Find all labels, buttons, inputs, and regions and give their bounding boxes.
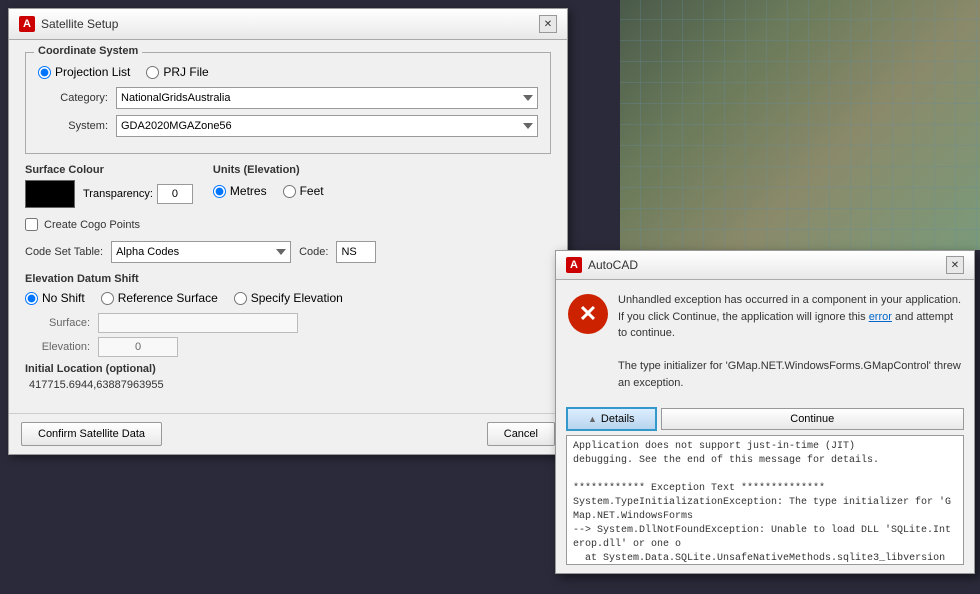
error-message-part3: The type initializer for 'GMap.NET.Windo… — [618, 360, 961, 389]
units-radio-row: Metres Feet — [213, 184, 324, 198]
cancel-button[interactable]: Cancel — [487, 422, 555, 446]
category-select[interactable]: NationalGridsAustralia — [116, 87, 538, 109]
elevation-field-row: Elevation: — [25, 337, 551, 357]
surface-section: Surface Colour Transparency: — [25, 164, 193, 208]
color-row: Transparency: — [25, 180, 193, 208]
error-icon: ✕ — [568, 294, 608, 334]
autocad-details-row: ▲ Details Continue — [556, 403, 974, 435]
coordinate-system-label: Coordinate System — [34, 45, 142, 57]
code-set-label: Code Set Table: — [25, 246, 103, 258]
details-button[interactable]: ▲ Details — [566, 407, 657, 431]
transparency-input[interactable] — [157, 184, 193, 204]
details-label: Details — [601, 413, 635, 425]
initial-location-section: Initial Location (optional) 417715.6944,… — [25, 363, 551, 391]
autocad-app-icon: A — [566, 257, 582, 273]
system-label: System: — [38, 120, 108, 132]
satellite-title: Satellite Setup — [41, 17, 118, 31]
continue-button[interactable]: Continue — [661, 408, 964, 430]
coordinate-system-group: Coordinate System Projection List PRJ Fi… — [25, 52, 551, 154]
confirm-button[interactable]: Confirm Satellite Data — [21, 422, 162, 446]
satellite-footer: Confirm Satellite Data Cancel — [9, 413, 567, 454]
reference-surface-label: Reference Surface — [118, 291, 218, 305]
cogo-row: Create Cogo Points — [25, 218, 551, 231]
coordinate-radio-row: Projection List PRJ File — [38, 65, 538, 79]
title-left: A Satellite Setup — [19, 16, 118, 32]
system-row: System: GDA2020MGAZone56 — [38, 115, 538, 137]
radio-metres[interactable]: Metres — [213, 184, 267, 198]
surface-field-label: Surface: — [25, 317, 90, 329]
satellite-content: Coordinate System Projection List PRJ Fi… — [9, 40, 567, 413]
specify-elevation-label: Specify Elevation — [251, 291, 343, 305]
initial-location-label: Initial Location (optional) — [25, 363, 551, 375]
radio-projection-list[interactable]: Projection List — [38, 65, 130, 79]
satellite-dialog: A Satellite Setup ✕ Coordinate System Pr… — [8, 8, 568, 455]
app-icon: A — [19, 16, 35, 32]
surface-units-row: Surface Colour Transparency: Units (Elev… — [25, 164, 551, 208]
category-label: Category: — [38, 92, 108, 104]
transparency-row: Transparency: — [83, 184, 193, 204]
surface-colour-label: Surface Colour — [25, 164, 193, 176]
cogo-label: Create Cogo Points — [44, 219, 140, 231]
autocad-body: ✕ Unhandled exception has occurred in a … — [556, 280, 974, 403]
details-text-content: Application does not support just-in-tim… — [573, 440, 957, 565]
elevation-radios: No Shift Reference Surface Specify Eleva… — [25, 291, 551, 305]
radio-specify-elevation[interactable]: Specify Elevation — [234, 291, 343, 305]
initial-location-value: 417715.6944,63887963955 — [25, 379, 551, 391]
radio-no-shift[interactable]: No Shift — [25, 291, 85, 305]
radio-feet[interactable]: Feet — [283, 184, 324, 198]
radio-reference-surface[interactable]: Reference Surface — [101, 291, 218, 305]
code-set-row: Code Set Table: Alpha Codes Code: — [25, 241, 551, 263]
details-text-area: Application does not support just-in-tim… — [566, 435, 964, 565]
satellite-dialog-titlebar: A Satellite Setup ✕ — [9, 9, 567, 40]
autocad-title: AutoCAD — [588, 258, 638, 272]
metres-label: Metres — [230, 184, 267, 198]
code-label: Code: — [299, 246, 328, 258]
feet-label: Feet — [300, 184, 324, 198]
satellite-close-button[interactable]: ✕ — [539, 15, 557, 33]
code-input[interactable] — [336, 241, 376, 263]
autocad-close-button[interactable]: ✕ — [946, 256, 964, 274]
surface-field-input — [98, 313, 298, 333]
system-select[interactable]: GDA2020MGAZone56 — [116, 115, 538, 137]
details-triangle-icon: ▲ — [588, 414, 597, 424]
category-row: Category: NationalGridsAustralia — [38, 87, 538, 109]
elevation-field-label: Elevation: — [25, 341, 90, 353]
autocad-titlebar: A AutoCAD ✕ — [556, 251, 974, 280]
autocad-dialog: A AutoCAD ✕ ✕ Unhandled exception has oc… — [555, 250, 975, 574]
surface-field-row: Surface: — [25, 313, 551, 333]
color-swatch[interactable] — [25, 180, 75, 208]
transparency-label: Transparency: — [83, 188, 153, 200]
code-set-select[interactable]: Alpha Codes — [111, 241, 291, 263]
projection-list-label: Projection List — [55, 65, 130, 79]
error-link[interactable]: error — [869, 311, 892, 323]
cad-map-area — [620, 0, 980, 250]
units-label: Units (Elevation) — [213, 164, 324, 176]
units-section: Units (Elevation) Metres Feet — [213, 164, 324, 206]
elevation-datum-section: Elevation Datum Shift No Shift Reference… — [25, 273, 551, 357]
radio-prj-file[interactable]: PRJ File — [146, 65, 208, 79]
elevation-field-input — [98, 337, 178, 357]
error-message: Unhandled exception has occurred in a co… — [618, 292, 962, 391]
prj-file-label: PRJ File — [163, 65, 208, 79]
cogo-checkbox[interactable] — [25, 218, 38, 231]
no-shift-label: No Shift — [42, 291, 85, 305]
elevation-datum-label: Elevation Datum Shift — [25, 273, 551, 285]
autocad-title-left: A AutoCAD — [566, 257, 638, 273]
